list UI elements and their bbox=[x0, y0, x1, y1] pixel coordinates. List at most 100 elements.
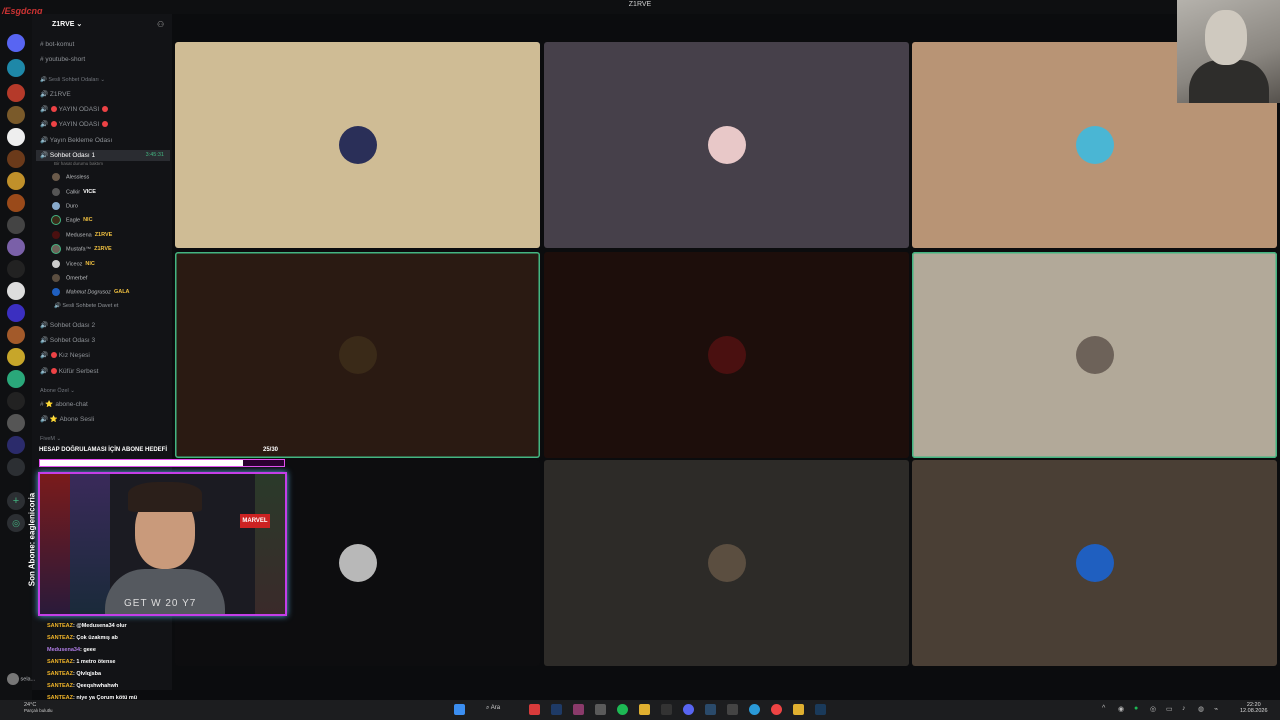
server-icon[interactable] bbox=[7, 34, 25, 52]
member-item[interactable]: Calkir VICE bbox=[52, 188, 96, 196]
voice-participant-tile[interactable] bbox=[544, 252, 909, 458]
member-item[interactable]: Ömerbef bbox=[52, 274, 87, 282]
member-item[interactable]: Alessless bbox=[52, 173, 89, 181]
member-item[interactable]: Eagle NIC bbox=[52, 216, 93, 224]
voice-channel[interactable]: 🔊 Kız Neşesi bbox=[40, 351, 90, 359]
voice-channel[interactable]: 🔊 Z1RVE bbox=[40, 90, 71, 98]
voice-participant-tile[interactable] bbox=[544, 460, 909, 666]
server-icon[interactable] bbox=[7, 194, 25, 212]
network-icon[interactable]: ⌁ bbox=[1214, 705, 1218, 713]
server-icon[interactable] bbox=[7, 238, 25, 256]
edge-icon[interactable] bbox=[749, 704, 760, 715]
server-icon[interactable] bbox=[7, 370, 25, 388]
server-icon[interactable] bbox=[7, 84, 25, 102]
voice-channel[interactable]: 🔊 Yayın Bekleme Odası bbox=[40, 136, 112, 144]
category-fivem[interactable]: FiveM ⌄ bbox=[40, 436, 61, 442]
voice-channel[interactable]: 🔊 ⭐ Abone Sesli bbox=[40, 415, 94, 423]
webcam-overlay: MARVEL GET W 20 Y7 bbox=[38, 472, 287, 616]
avatar[interactable] bbox=[7, 673, 19, 685]
spotify-icon[interactable] bbox=[617, 704, 628, 715]
app-icon[interactable] bbox=[595, 704, 606, 715]
marvel-sign: MARVEL bbox=[240, 514, 270, 528]
server-icon[interactable] bbox=[7, 436, 25, 454]
mic-icon[interactable]: ◍ bbox=[1198, 705, 1204, 713]
window-titlebar: Z1RVE bbox=[0, 0, 1280, 14]
voice-channel[interactable]: 🔊 YAYIN ODASI bbox=[40, 105, 108, 113]
voice-channel[interactable]: 🔊 Küfür Serbest bbox=[40, 367, 98, 375]
tray-spotify-icon[interactable]: ● bbox=[1134, 705, 1138, 712]
app-icon[interactable] bbox=[727, 704, 738, 715]
server-icon[interactable] bbox=[7, 282, 25, 300]
tray-icon[interactable]: ▭ bbox=[1166, 705, 1173, 713]
participant-avatar bbox=[1075, 544, 1114, 582]
server-icon[interactable] bbox=[7, 216, 25, 234]
last-subscriber: Son Abone: eaglenicoria bbox=[27, 492, 37, 587]
server-name[interactable]: Z1RVE ⌄ bbox=[52, 20, 82, 28]
member-item[interactable]: Mustafa™ Z1RVE bbox=[52, 245, 112, 253]
channel-text[interactable]: # youtube-short bbox=[40, 56, 85, 63]
chat-message: SANTEAZ: 1 metro ötense bbox=[47, 656, 207, 668]
voice-channel[interactable]: 🔊 Sohbet Odası 3 bbox=[40, 336, 95, 344]
taskbar-clock[interactable]: 22:20 12.08.2026 bbox=[1240, 702, 1268, 714]
chat-text: : @Medusena34 olur bbox=[72, 623, 127, 629]
member-item[interactable]: Medusena Z1RVE bbox=[52, 231, 112, 239]
taskbar-search[interactable]: ⌕ Ara bbox=[486, 705, 500, 712]
tray-icon[interactable]: ◎ bbox=[1150, 705, 1156, 713]
app-icon[interactable] bbox=[529, 704, 540, 715]
explorer-icon[interactable] bbox=[639, 704, 650, 715]
chat-text: : geee bbox=[80, 647, 96, 653]
voice-channel[interactable]: 🔊 Sohbet Odası 2 bbox=[40, 321, 95, 329]
explore-icon[interactable]: ◎ bbox=[7, 514, 25, 532]
voice-participant-tile[interactable] bbox=[912, 460, 1277, 666]
start-icon[interactable] bbox=[454, 704, 465, 715]
voice-channel[interactable]: 🔊 YAYIN ODASI bbox=[40, 120, 108, 128]
member-item[interactable]: Viceoz NIC bbox=[52, 260, 95, 268]
server-icon[interactable] bbox=[7, 106, 25, 124]
voice-channel-active[interactable]: 🔊 Sohbet Odası 1 3:45:31 bbox=[36, 150, 170, 161]
app-icon[interactable] bbox=[573, 704, 584, 715]
server-icon[interactable] bbox=[7, 59, 25, 77]
voice-participant-tile[interactable] bbox=[912, 252, 1277, 458]
voice-participant-tile[interactable] bbox=[544, 42, 909, 248]
voice-participant-tile[interactable] bbox=[175, 252, 540, 458]
category-abone[interactable]: Abone Özel ⌄ bbox=[40, 388, 75, 394]
server-icon[interactable] bbox=[7, 348, 25, 366]
app-icon[interactable] bbox=[661, 704, 672, 715]
server-icon[interactable] bbox=[7, 150, 25, 168]
chat-message: Medusena34: geee bbox=[47, 644, 207, 656]
server-icon[interactable] bbox=[7, 304, 25, 322]
member-item[interactable]: Duro bbox=[52, 202, 78, 210]
chat-message: SANTEAZ: @Medusena34 olur bbox=[47, 620, 207, 632]
channel-text[interactable]: # ⭐ abone-chat bbox=[40, 400, 88, 408]
folder-icon[interactable] bbox=[793, 704, 804, 715]
server-icon[interactable] bbox=[7, 414, 25, 432]
weather-widget[interactable]: 24°C Parçalı bulutlu bbox=[24, 702, 53, 714]
server-icon[interactable] bbox=[7, 260, 25, 278]
category-sesli[interactable]: 🔊 Sesli Sohbet Odaları ⌄ bbox=[40, 77, 105, 83]
photoshop-icon[interactable] bbox=[551, 704, 562, 715]
app-icon[interactable] bbox=[705, 704, 716, 715]
invite-icon[interactable]: ⚇ bbox=[157, 20, 164, 29]
server-icon[interactable] bbox=[7, 392, 25, 410]
tray-chevron-icon[interactable]: ^ bbox=[1102, 705, 1105, 712]
member-item[interactable]: Mahmut Dogrusoz GALA bbox=[52, 288, 130, 296]
invite-to-voice[interactable]: 🔊 Sesli Sohbete Davet et bbox=[54, 303, 118, 309]
participant-avatar bbox=[707, 544, 746, 582]
server-icon[interactable] bbox=[7, 326, 25, 344]
voice-participant-tile[interactable] bbox=[175, 42, 540, 248]
chrome-icon[interactable] bbox=[771, 704, 782, 715]
server-icon[interactable] bbox=[7, 128, 25, 146]
server-icon[interactable] bbox=[7, 172, 25, 190]
subscriber-goal-fill bbox=[40, 460, 243, 466]
discord-icon[interactable] bbox=[683, 704, 694, 715]
add-server-icon[interactable]: + bbox=[7, 492, 25, 510]
participant-avatar bbox=[338, 544, 377, 582]
tray-icon[interactable]: ◉ bbox=[1118, 705, 1124, 713]
subscriber-goal-label: HESAP DOĞRULAMASI İÇİN ABONE HEDEFİ bbox=[39, 447, 168, 453]
chat-username: SANTEAZ bbox=[47, 635, 73, 641]
server-icon[interactable] bbox=[7, 458, 25, 476]
chat-username: SANTEAZ bbox=[47, 623, 73, 629]
channel-text[interactable]: # bot-komut bbox=[40, 41, 74, 48]
steam-icon[interactable] bbox=[815, 704, 826, 715]
volume-icon[interactable]: ♪ bbox=[1182, 705, 1186, 712]
